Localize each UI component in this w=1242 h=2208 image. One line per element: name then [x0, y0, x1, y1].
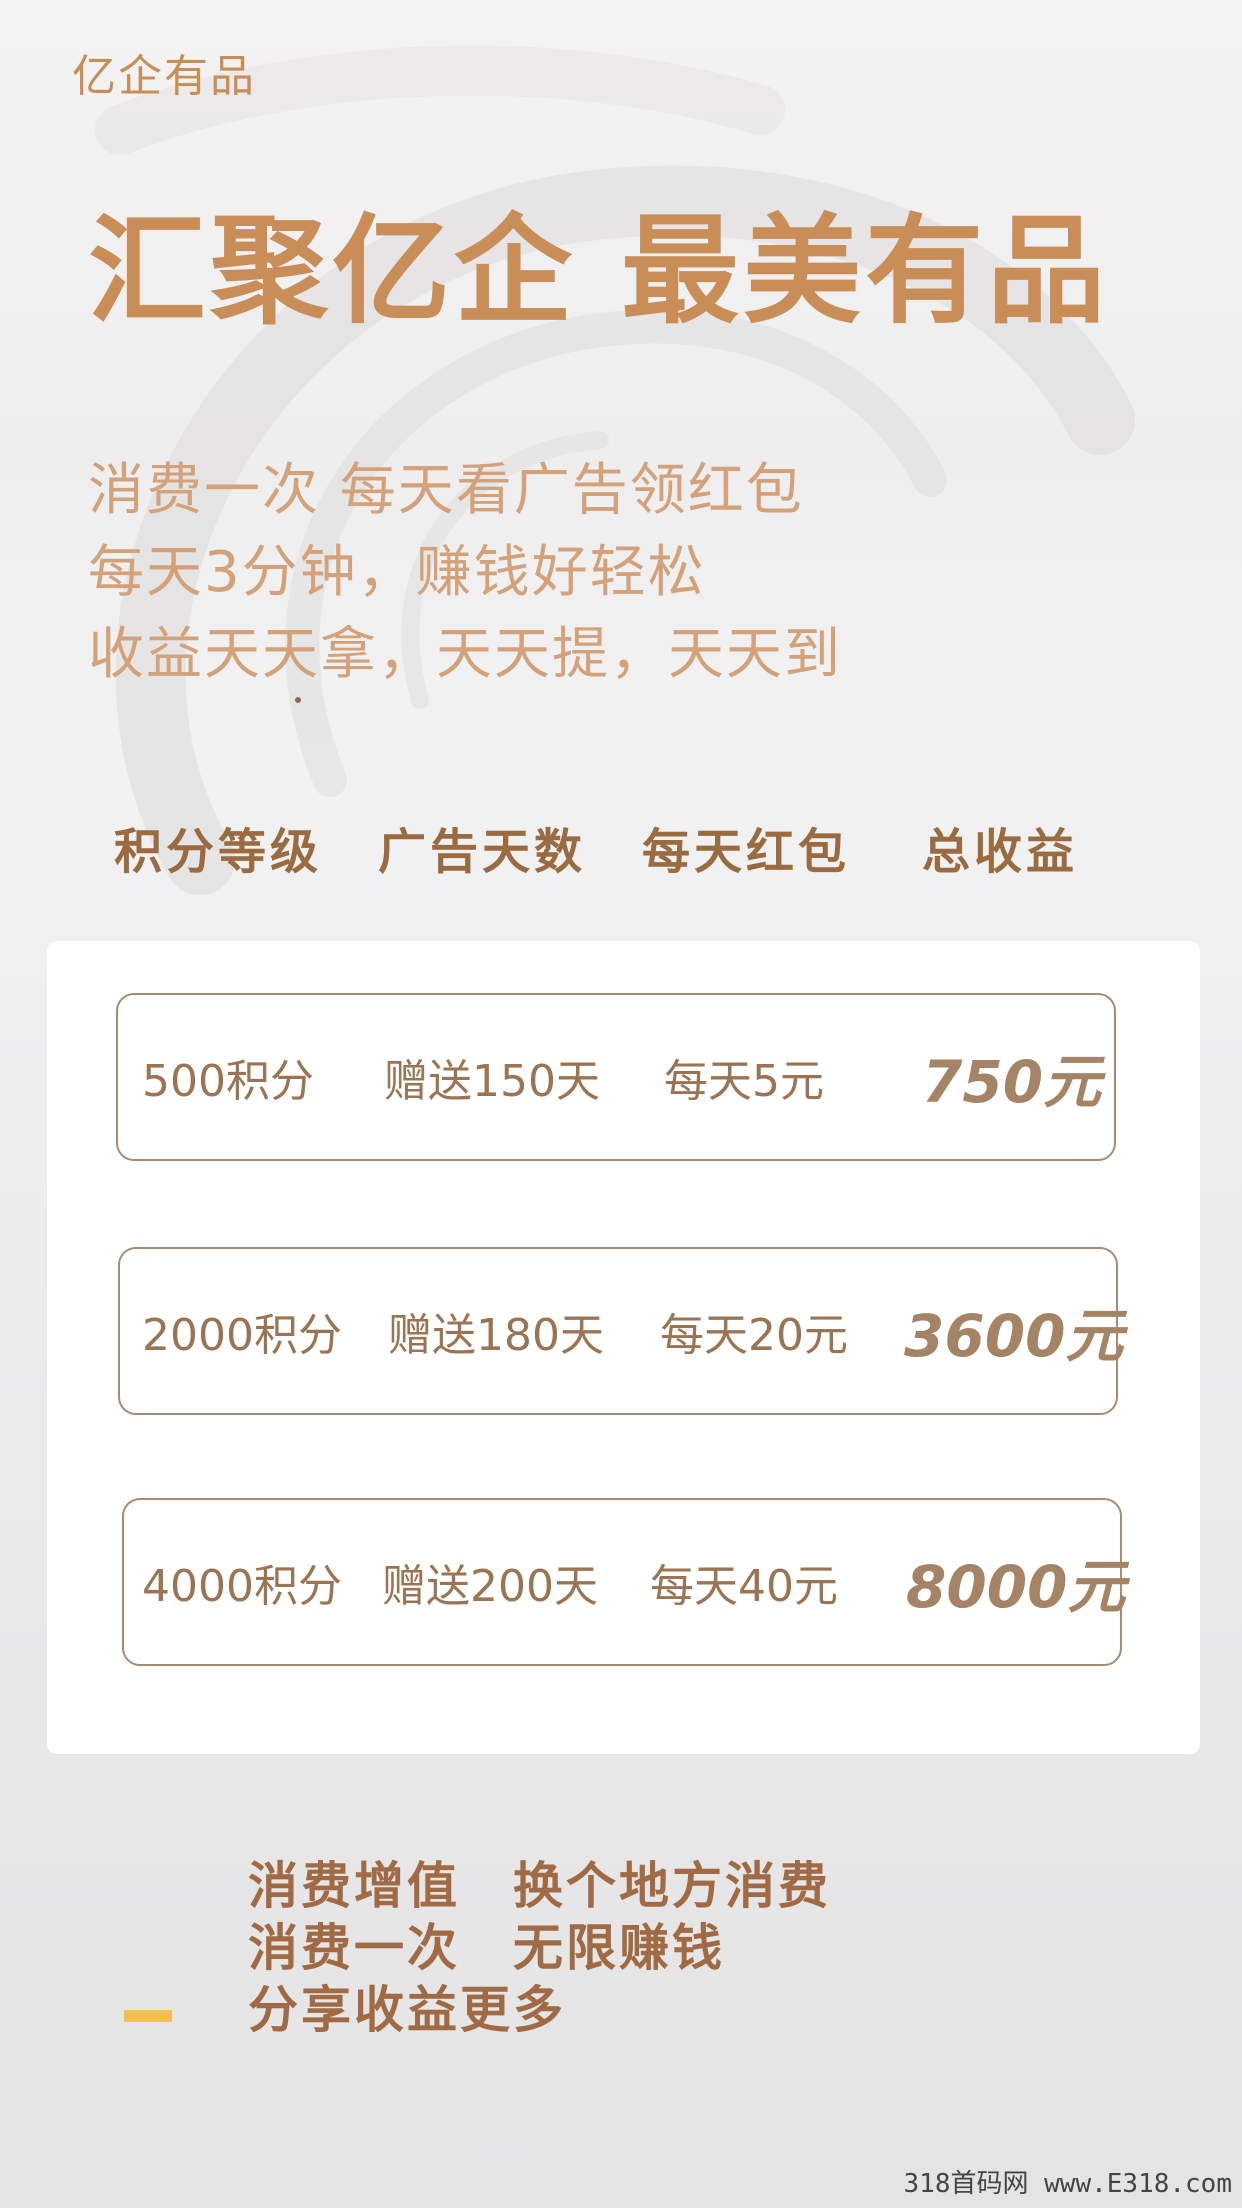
tier-row: 2000积分 赠送180天 每天20元 3600元	[118, 1247, 1123, 1415]
intro-line: 收益天天拿，天天提，天天到	[88, 622, 842, 687]
tier-row: 4000积分 赠送200天 每天40元 8000元	[122, 1498, 1126, 1666]
header-level: 积分等级	[114, 824, 323, 880]
intro-line: 消费一次 每天看广告领红包	[88, 458, 804, 523]
headline: 汇聚亿企 最美有品	[88, 201, 1110, 340]
decorative-dot	[295, 697, 301, 703]
brand-name: 亿企有品	[72, 51, 256, 102]
bottom-slogan: 消费增值 换个地方消费 消费一次 无限赚钱 分享收益更多	[248, 1855, 831, 2041]
tier-daily: 每天20元	[660, 1310, 848, 1361]
tier-total: 750元	[922, 1048, 1102, 1116]
watermark: 318首码网 www.E318.com	[903, 2169, 1232, 2199]
tier-level: 2000积分	[142, 1310, 342, 1361]
tier-level: 500积分	[142, 1056, 314, 1107]
tier-days: 赠送180天	[388, 1310, 604, 1361]
tier-daily: 每天40元	[650, 1561, 838, 1612]
intro-text: 消费一次 每天看广告领红包 每天3分钟，赚钱好轻松 收益天天拿，天天提，天天到	[88, 450, 842, 696]
tier-total: 3600元	[904, 1302, 1124, 1370]
accent-bar	[124, 2010, 172, 2022]
tier-days: 赠送150天	[384, 1056, 600, 1107]
slogan-line: 分享收益更多	[248, 1981, 566, 2039]
slogan-line: 消费一次 无限赚钱	[248, 1919, 725, 1977]
tier-level: 4000积分	[142, 1561, 342, 1612]
slogan-line: 消费增值 换个地方消费	[248, 1857, 831, 1915]
poster: 亿企有品 汇聚亿企 最美有品 消费一次 每天看广告领红包 每天3分钟，赚钱好轻松…	[0, 0, 1242, 2208]
tier-total: 8000元	[906, 1553, 1126, 1621]
header-daily: 每天红包	[642, 824, 851, 880]
tier-daily: 每天5元	[664, 1056, 824, 1107]
header-total: 总收益	[922, 824, 1079, 880]
tier-days: 赠送200天	[382, 1561, 598, 1612]
tier-row: 500积分 赠送150天 每天5元 750元	[116, 993, 1116, 1161]
table-header: 积分等级 广告天数 每天红包 总收益	[0, 812, 1242, 882]
header-days: 广告天数	[378, 824, 587, 880]
intro-line: 每天3分钟，赚钱好轻松	[88, 540, 706, 605]
tier-panel: 500积分 赠送150天 每天5元 750元 2000积分 赠送180天 每天2…	[47, 941, 1200, 1754]
